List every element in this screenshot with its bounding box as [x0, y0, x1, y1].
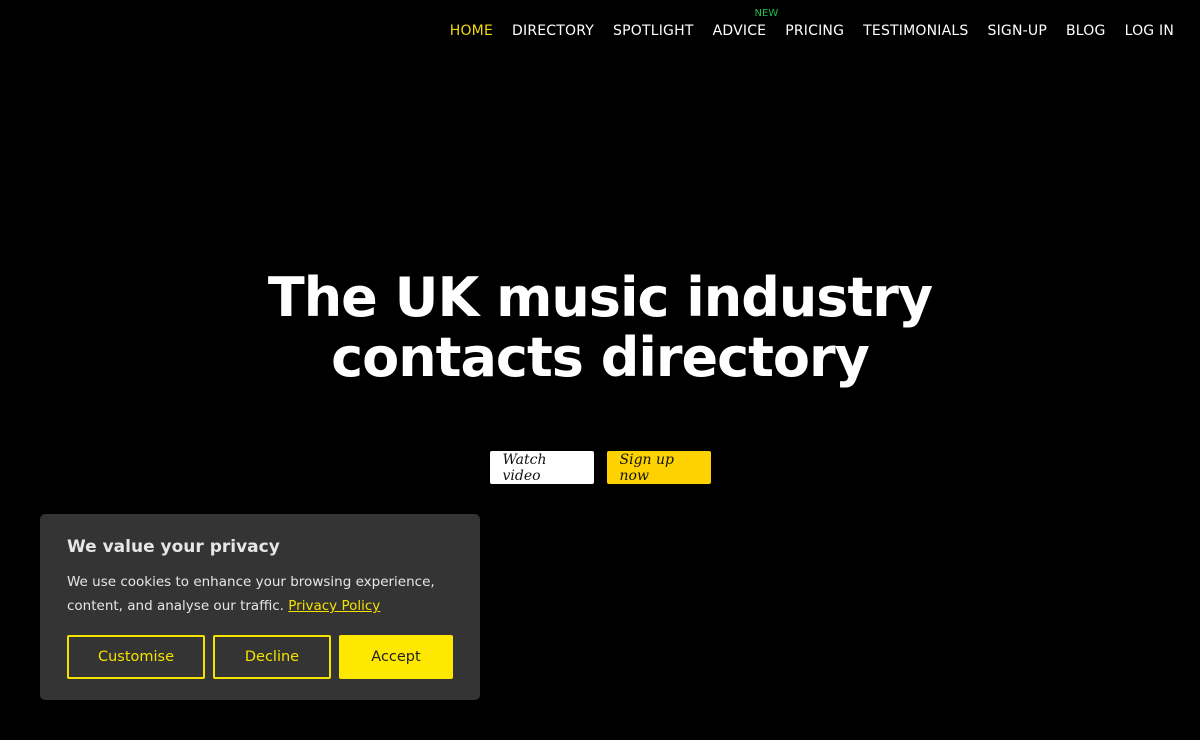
main-nav: HOME DIRECTORY SPOTLIGHT ADVICE NEW PRICI… — [431, 0, 1174, 62]
hero-title: The UK music industry contacts directory — [0, 268, 1200, 388]
nav-sign-up[interactable]: SIGN-UP — [988, 23, 1047, 39]
watch-video-button[interactable]: Watch video — [489, 451, 594, 484]
hero-title-line-1: The UK music industry — [267, 266, 933, 329]
page: HOME DIRECTORY SPOTLIGHT ADVICE NEW PRICI… — [0, 0, 1200, 740]
hero-title-line-2: contacts directory — [331, 326, 870, 389]
sign-up-now-button[interactable]: Sign up now — [606, 451, 711, 484]
nav-home[interactable]: HOME — [450, 23, 493, 39]
new-badge: NEW — [754, 8, 779, 19]
privacy-policy-link[interactable]: Privacy Policy — [288, 598, 380, 614]
accept-button[interactable]: Accept — [339, 635, 453, 679]
nav-directory[interactable]: DIRECTORY — [512, 23, 594, 39]
customise-button[interactable]: Customise — [67, 635, 205, 679]
hero-buttons: Watch video Sign up now — [0, 451, 1200, 484]
nav-spotlight[interactable]: SPOTLIGHT — [613, 23, 694, 39]
nav-blog[interactable]: BLOG — [1066, 23, 1106, 39]
cookie-actions: Customise Decline Accept — [67, 635, 453, 679]
cookie-consent-banner: We value your privacy We use cookies to … — [40, 514, 480, 700]
decline-button[interactable]: Decline — [213, 635, 331, 679]
nav-pricing[interactable]: PRICING — [785, 23, 844, 39]
cookie-text: We use cookies to enhance your browsing … — [67, 570, 457, 618]
nav-advice[interactable]: ADVICE NEW — [712, 8, 779, 39]
nav-advice-label: ADVICE — [712, 23, 767, 39]
cookie-title: We value your privacy — [67, 537, 280, 557]
nav-log-in[interactable]: LOG IN — [1125, 23, 1174, 39]
nav-testimonials[interactable]: TESTIMONIALS — [863, 23, 968, 39]
